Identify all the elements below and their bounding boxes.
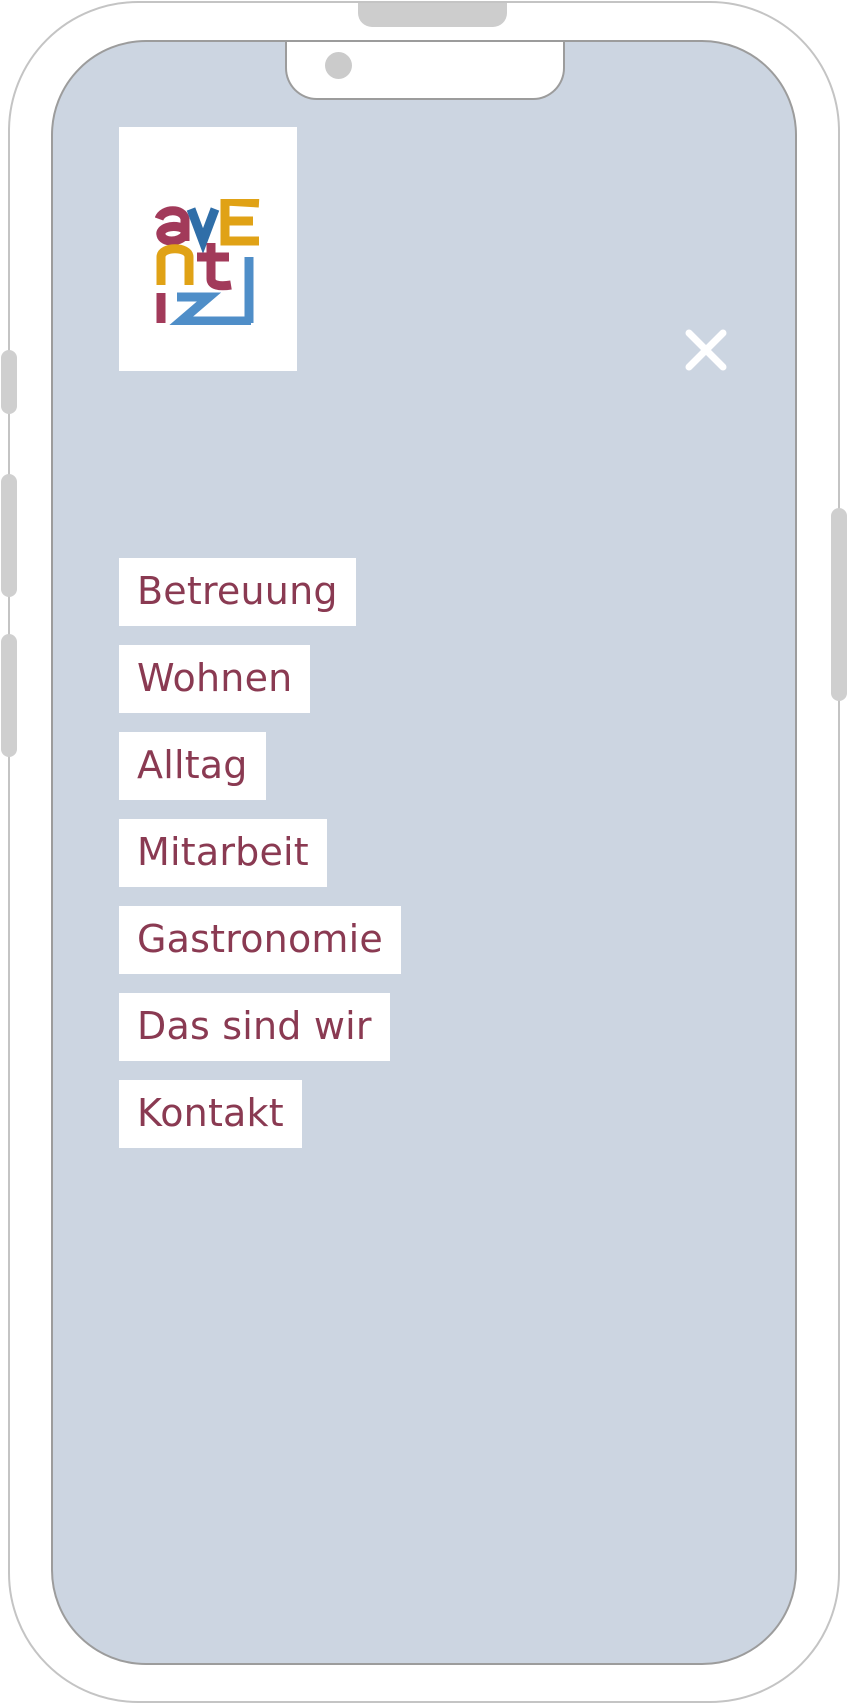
close-icon	[685, 329, 727, 371]
nav-link-betreuung[interactable]: Betreuung	[119, 558, 356, 626]
mobile-menu-screen: Betreuung Wohnen Alltag Mitarbeit Gastro…	[51, 40, 797, 1665]
nav-link-mitarbeit[interactable]: Mitarbeit	[119, 819, 327, 887]
main-navigation: Betreuung Wohnen Alltag Mitarbeit Gastro…	[119, 558, 401, 1167]
nav-link-das-sind-wir[interactable]: Das sind wir	[119, 993, 390, 1061]
aventin-logo-icon	[155, 199, 260, 325]
nav-item-alltag: Alltag	[119, 732, 401, 800]
logo-letter-e	[220, 199, 260, 246]
nav-item-wohnen: Wohnen	[119, 645, 401, 713]
phone-mute-switch	[1, 350, 17, 414]
nav-item-das-sind-wir: Das sind wir	[119, 993, 401, 1061]
logo-letter-n	[156, 244, 194, 285]
nav-link-alltag[interactable]: Alltag	[119, 732, 266, 800]
nav-item-kontakt: Kontakt	[119, 1080, 401, 1148]
logo-letter-v	[186, 207, 220, 254]
site-logo[interactable]	[119, 127, 297, 371]
nav-link-kontakt[interactable]: Kontakt	[119, 1080, 302, 1148]
phone-volume-up-button	[1, 474, 17, 597]
screen-notch	[285, 42, 565, 100]
close-menu-button[interactable]	[683, 327, 729, 373]
phone-speaker	[358, 3, 507, 27]
nav-link-wohnen[interactable]: Wohnen	[119, 645, 311, 713]
nav-item-gastronomie: Gastronomie	[119, 906, 401, 974]
front-camera	[325, 52, 352, 79]
phone-power-button	[831, 508, 847, 701]
nav-link-gastronomie[interactable]: Gastronomie	[119, 906, 401, 974]
logo-letter-a	[155, 206, 190, 246]
phone-volume-down-button	[1, 634, 17, 757]
nav-item-betreuung: Betreuung	[119, 558, 401, 626]
nav-item-mitarbeit: Mitarbeit	[119, 819, 401, 887]
